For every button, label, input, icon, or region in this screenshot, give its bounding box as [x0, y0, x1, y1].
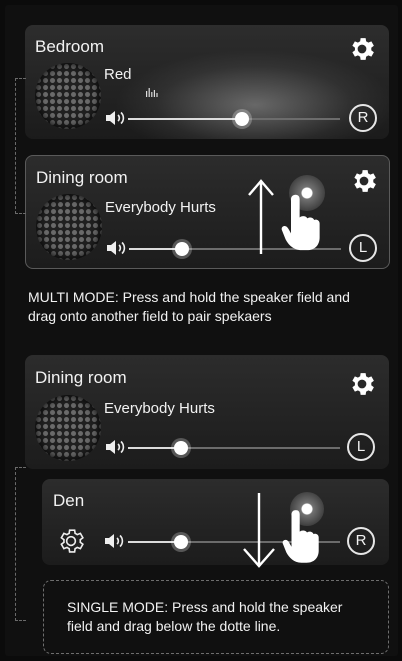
- track-title: Everybody Hurts: [104, 400, 215, 417]
- arrow-up-icon: [248, 179, 274, 254]
- channel-badge[interactable]: R: [349, 104, 377, 132]
- channel-badge[interactable]: R: [347, 527, 375, 555]
- pairing-bracket: [15, 467, 26, 621]
- hand-pointer-icon: [282, 510, 319, 563]
- speaker-card-bedroom[interactable]: Bedroom Red R: [25, 25, 389, 139]
- single-mode-drop-zone[interactable]: SINGLE MODE: Press and hold the speaker …: [43, 580, 389, 654]
- equalizer-icon: [146, 88, 158, 97]
- speaker-volume-icon: [106, 440, 125, 454]
- room-name: Bedroom: [35, 37, 104, 56]
- channel-badge[interactable]: L: [347, 433, 375, 461]
- volume-slider[interactable]: [128, 441, 340, 455]
- speaker-volume-icon: [105, 534, 124, 548]
- gear-icon[interactable]: [347, 34, 377, 64]
- gear-icon[interactable]: [347, 369, 377, 399]
- volume-fill: [128, 118, 243, 120]
- hand-pointer-icon: [281, 194, 320, 251]
- album-art: [35, 63, 101, 129]
- multi-mode-instruction: MULTI MODE: Press and hold the speaker f…: [28, 289, 350, 324]
- room-name: Den: [53, 491, 85, 510]
- track-title: Red: [104, 66, 132, 83]
- gear-icon[interactable]: [56, 526, 86, 556]
- track-title: Everybody Hurts: [105, 199, 216, 216]
- speaker-volume-icon: [106, 111, 125, 125]
- album-art: [35, 395, 101, 461]
- speaker-card-dining-room[interactable]: Dining room Everybody Hurts L: [25, 155, 390, 269]
- room-name: Dining room: [35, 368, 127, 387]
- speaker-volume-icon: [107, 241, 126, 255]
- app-screen: Bedroom Red R Dining room Everybody Hurt…: [5, 5, 398, 656]
- pairing-bracket: [15, 78, 26, 214]
- volume-knob[interactable]: [174, 535, 188, 549]
- arrow-down-icon: [243, 493, 275, 568]
- album-art: [36, 194, 102, 260]
- speaker-card-den[interactable]: Den R: [42, 479, 389, 568]
- volume-knob[interactable]: [175, 242, 189, 256]
- volume-knob[interactable]: [174, 441, 188, 455]
- room-name: Dining room: [36, 168, 128, 187]
- gear-icon[interactable]: [349, 166, 379, 196]
- channel-badge[interactable]: L: [349, 234, 377, 262]
- speaker-card-dining-room[interactable]: Dining room Everybody Hurts L: [25, 355, 389, 469]
- volume-slider[interactable]: [128, 112, 340, 126]
- volume-knob[interactable]: [235, 112, 250, 126]
- single-mode-instruction: SINGLE MODE: Press and hold the speaker …: [67, 599, 343, 634]
